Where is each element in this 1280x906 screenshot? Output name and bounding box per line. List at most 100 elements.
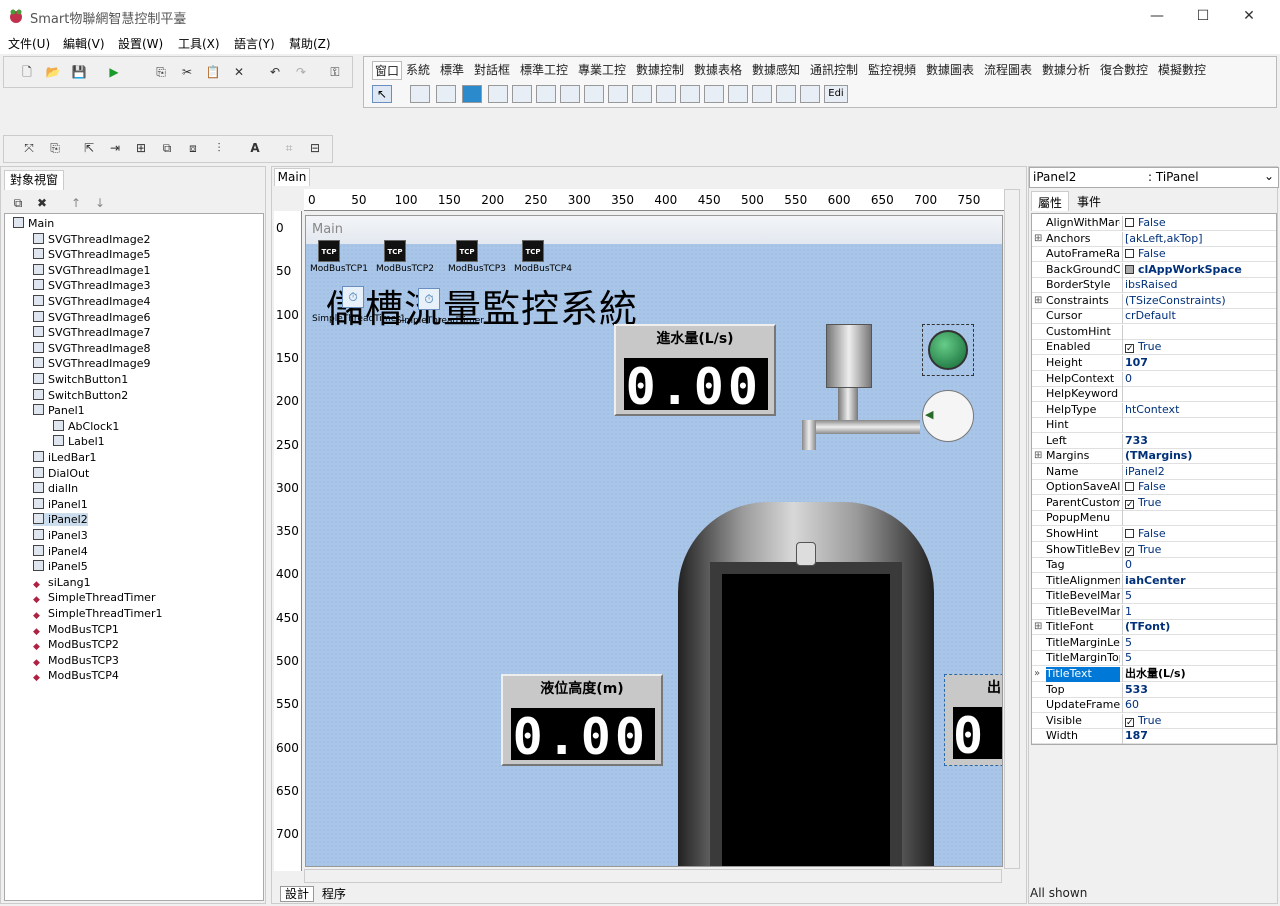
open-folder-icon[interactable]: 📂 (42, 62, 64, 82)
checkbox-icon[interactable]: ✓ (1125, 499, 1134, 509)
tree-item[interactable]: DialOut (33, 466, 89, 480)
palette-panel-icon[interactable] (436, 85, 456, 103)
delete-icon[interactable]: ✕ (228, 62, 250, 82)
align-tool-1-icon[interactable]: ⤧ (18, 138, 40, 158)
palette-tab[interactable]: 復合數控 (1100, 61, 1148, 78)
palette-tab[interactable]: 標準 (440, 61, 464, 78)
outflow-panel[interactable]: 出 0 (944, 674, 1002, 766)
property-value-cell[interactable] (1122, 511, 1276, 527)
property-row[interactable]: TitleMarginTop 5 (1032, 651, 1276, 667)
menu-edit[interactable]: 編輯(V) (63, 35, 105, 52)
palette-edit-button[interactable]: Edi (824, 85, 848, 103)
tree-item[interactable]: SwitchButton2 (33, 388, 128, 402)
palette-tab[interactable]: 模擬數控 (1158, 61, 1206, 78)
property-value-cell[interactable]: 733 (1122, 433, 1276, 449)
expand-icon[interactable]: ⊞ (1034, 233, 1042, 244)
paste-icon[interactable]: 📋 (202, 62, 224, 82)
palette-tab[interactable]: 系統 (406, 61, 430, 78)
palette-tab[interactable]: 對話框 (474, 61, 510, 78)
timer-icon[interactable]: ⏱ (418, 288, 440, 310)
palette-bar-icon[interactable] (728, 85, 748, 103)
checkbox-icon[interactable]: ✓ (1125, 344, 1134, 354)
align-tool-7-icon[interactable]: ⧈ (182, 138, 204, 158)
palette-edit-icon[interactable] (536, 85, 556, 103)
undo-icon[interactable]: ↶ (264, 62, 286, 82)
palette-list-icon[interactable] (512, 85, 532, 103)
property-row[interactable]: HelpKeyword (1032, 387, 1276, 403)
palette-spin-icon[interactable] (560, 85, 580, 103)
property-value-cell[interactable]: False (1122, 247, 1276, 263)
expand-icon[interactable]: ⊞ (1034, 295, 1042, 306)
property-row[interactable]: OptionSaveAllI False (1032, 480, 1276, 496)
align-tool-4-icon[interactable]: ⇥ (104, 138, 126, 158)
menu-file[interactable]: 文件(U) (8, 35, 50, 52)
property-value-cell[interactable]: (TMargins) (1122, 449, 1276, 465)
property-row[interactable]: UpdateFrameR 60 (1032, 698, 1276, 714)
palette-table-icon[interactable] (704, 85, 724, 103)
property-row[interactable]: ⊞ TitleFont (TFont) (1032, 620, 1276, 636)
property-value-cell[interactable]: 5 (1122, 589, 1276, 605)
timer-icon[interactable]: ⏱ (342, 286, 364, 308)
tree-item[interactable]: Main (13, 217, 54, 230)
palette-search-icon[interactable] (608, 85, 628, 103)
tree-item[interactable]: iPanel4 (33, 544, 88, 558)
tree-item[interactable]: SwitchButton1 (33, 373, 128, 386)
save-icon[interactable]: 💾 (68, 62, 90, 82)
move-up-icon[interactable]: ↑ (65, 193, 87, 213)
menu-language[interactable]: 語言(Y) (234, 35, 275, 52)
chevron-down-icon[interactable]: ⌄ (1264, 169, 1274, 183)
align-tool-6-icon[interactable]: ⧉ (156, 138, 178, 158)
run-icon[interactable]: ▶ (103, 62, 125, 82)
property-row[interactable]: TitleBevelMarg 5 (1032, 589, 1276, 605)
tree-item[interactable]: SVGThreadImage3 (33, 279, 151, 292)
key-icon[interactable]: ⚿ (324, 62, 346, 82)
align-tool-2-icon[interactable]: ⎘ (44, 138, 66, 158)
align-tool-10-icon[interactable]: ⊟ (304, 138, 326, 158)
tree-item[interactable]: AbClock1 (53, 419, 119, 433)
property-value-cell[interactable]: htContext (1122, 402, 1276, 418)
property-row[interactable]: BorderStyle ibsRaised (1032, 278, 1276, 294)
palette-bar2-icon[interactable] (752, 85, 772, 103)
tree-item[interactable]: ◆ SimpleThreadTimer (33, 591, 155, 606)
menu-help[interactable]: 幫助(Z) (289, 35, 331, 52)
property-row[interactable]: BackGroundCo clAppWorkSpace (1032, 262, 1276, 278)
modbus-tcp-icon[interactable]: TCP (456, 240, 478, 262)
object-view-tab[interactable]: 對象視窗 (4, 170, 64, 190)
align-tool-9-icon[interactable]: ⌗ (278, 138, 300, 158)
palette-tree-icon[interactable] (680, 85, 700, 103)
font-tool-icon[interactable]: A (244, 138, 266, 158)
palette-tab[interactable]: 數據控制 (636, 61, 684, 78)
palette-image2-icon[interactable] (488, 85, 508, 103)
palette-grid-icon[interactable] (656, 85, 676, 103)
form-surface[interactable]: 儲槽流量監控系統 ⏱ SimpleThreadTimer1 ⏱ SimpleTh… (306, 240, 1002, 866)
tree-item[interactable]: SVGThreadImage1 (33, 263, 151, 277)
move-down-icon[interactable]: ↓ (89, 193, 111, 213)
checkbox-icon[interactable] (1125, 482, 1134, 492)
property-row[interactable]: HelpContext 0 (1032, 371, 1276, 387)
property-value-cell[interactable]: 5 (1122, 635, 1276, 651)
tab-properties[interactable]: 屬性 (1031, 191, 1070, 211)
tree-item[interactable]: SVGThreadImage9 (33, 357, 151, 370)
property-value-cell[interactable]: False (1122, 216, 1276, 231)
tree-item[interactable]: iPanel3 (33, 529, 88, 542)
align-tool-5-icon[interactable]: ⊞ (130, 138, 152, 158)
storage-tank[interactable] (678, 502, 934, 866)
property-row[interactable]: » TitleText 出水量(L/s) (1032, 666, 1276, 682)
property-value-cell[interactable]: 107 (1122, 355, 1276, 371)
horizontal-scrollbar[interactable] (304, 869, 1002, 883)
property-value-cell[interactable]: ✓ True (1122, 495, 1276, 511)
property-row[interactable]: CustomHint (1032, 324, 1276, 340)
palette-form-icon[interactable] (632, 85, 652, 103)
property-value-cell[interactable] (1122, 387, 1276, 403)
tree-item[interactable]: SVGThreadImage5 (33, 248, 151, 261)
palette-tab[interactable]: 數據感知 (752, 61, 800, 78)
vertical-scrollbar[interactable] (1004, 189, 1020, 869)
palette-tab[interactable]: 數據圖表 (926, 61, 974, 78)
property-value-cell[interactable]: [akLeft,akTop] (1122, 231, 1276, 247)
cut-icon[interactable]: ✂ (176, 62, 198, 82)
property-row[interactable]: AlignWithMarg False (1032, 216, 1276, 231)
tab-code[interactable]: 程序 (318, 887, 350, 901)
property-value-cell[interactable]: 60 (1122, 698, 1276, 714)
modbus-tcp-icon[interactable]: TCP (384, 240, 406, 262)
level-panel[interactable]: 液位高度(m) 0.00 (501, 674, 663, 766)
